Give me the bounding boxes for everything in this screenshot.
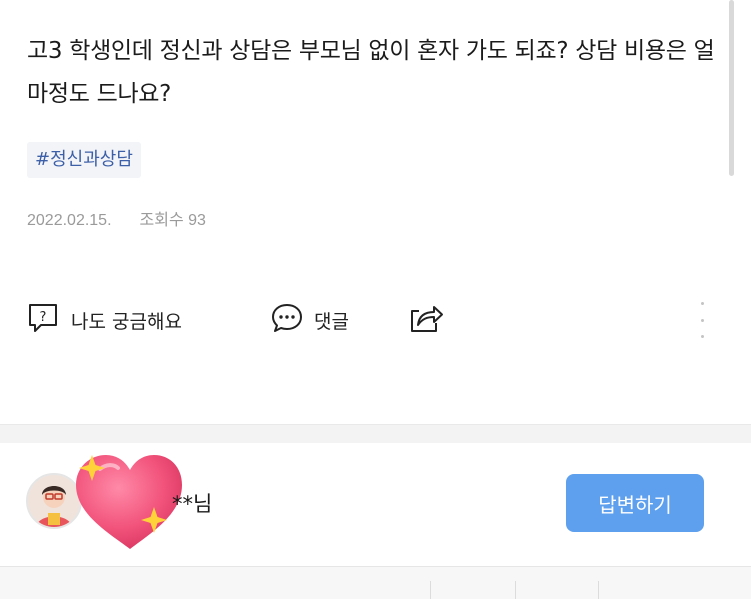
toolbar-separator bbox=[430, 581, 431, 599]
share-button[interactable] bbox=[408, 300, 444, 340]
toolbar-separator bbox=[598, 581, 599, 599]
section-divider bbox=[0, 424, 751, 444]
scrollbar[interactable] bbox=[729, 0, 734, 176]
post-meta: 2022.02.15. 조회수 93 bbox=[27, 208, 206, 234]
user-nickname: **님 bbox=[172, 492, 213, 516]
post-date: 2022.02.15. bbox=[27, 212, 112, 229]
svg-text:?: ? bbox=[40, 310, 47, 325]
toolbar-separator bbox=[515, 581, 516, 599]
speech-bubble-icon bbox=[270, 301, 304, 340]
answer-row: **님 답변하기 bbox=[0, 443, 751, 566]
action-bar: ? 나도 궁금해요 댓글 bbox=[27, 300, 727, 340]
view-count: 조회수 93 bbox=[139, 212, 206, 229]
question-text: 고3 학생인데 정신과 상담은 부모님 없이 혼자 가도 되죠? 상담 비용은 … bbox=[27, 38, 715, 107]
answer-button[interactable]: 답변하기 bbox=[566, 474, 704, 532]
comment-button[interactable]: 댓글 bbox=[270, 300, 349, 340]
more-vertical-icon[interactable] bbox=[697, 302, 707, 338]
comment-label: 댓글 bbox=[314, 310, 349, 333]
hashtag-tag[interactable]: #정신과상담 bbox=[27, 142, 141, 178]
curious-label: 나도 궁금해요 bbox=[71, 310, 182, 333]
share-icon bbox=[408, 301, 444, 340]
bottom-toolbar bbox=[0, 566, 751, 599]
sparkle-heart-icon bbox=[70, 451, 185, 551]
curious-button[interactable]: ? 나도 궁금해요 bbox=[27, 300, 182, 340]
question-box-icon: ? bbox=[27, 301, 61, 340]
